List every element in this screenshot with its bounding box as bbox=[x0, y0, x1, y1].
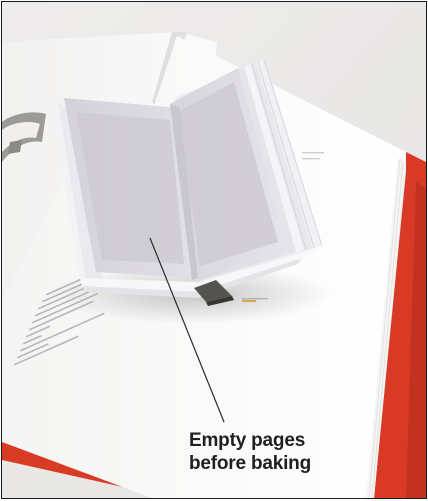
caption-line-1: Empty pages bbox=[189, 430, 306, 451]
photo-frame: Empty pages before baking bbox=[1, 1, 427, 499]
book-photo bbox=[2, 2, 426, 498]
caption: Empty pages before baking bbox=[189, 429, 311, 475]
caption-line-2: before baking bbox=[189, 453, 311, 474]
